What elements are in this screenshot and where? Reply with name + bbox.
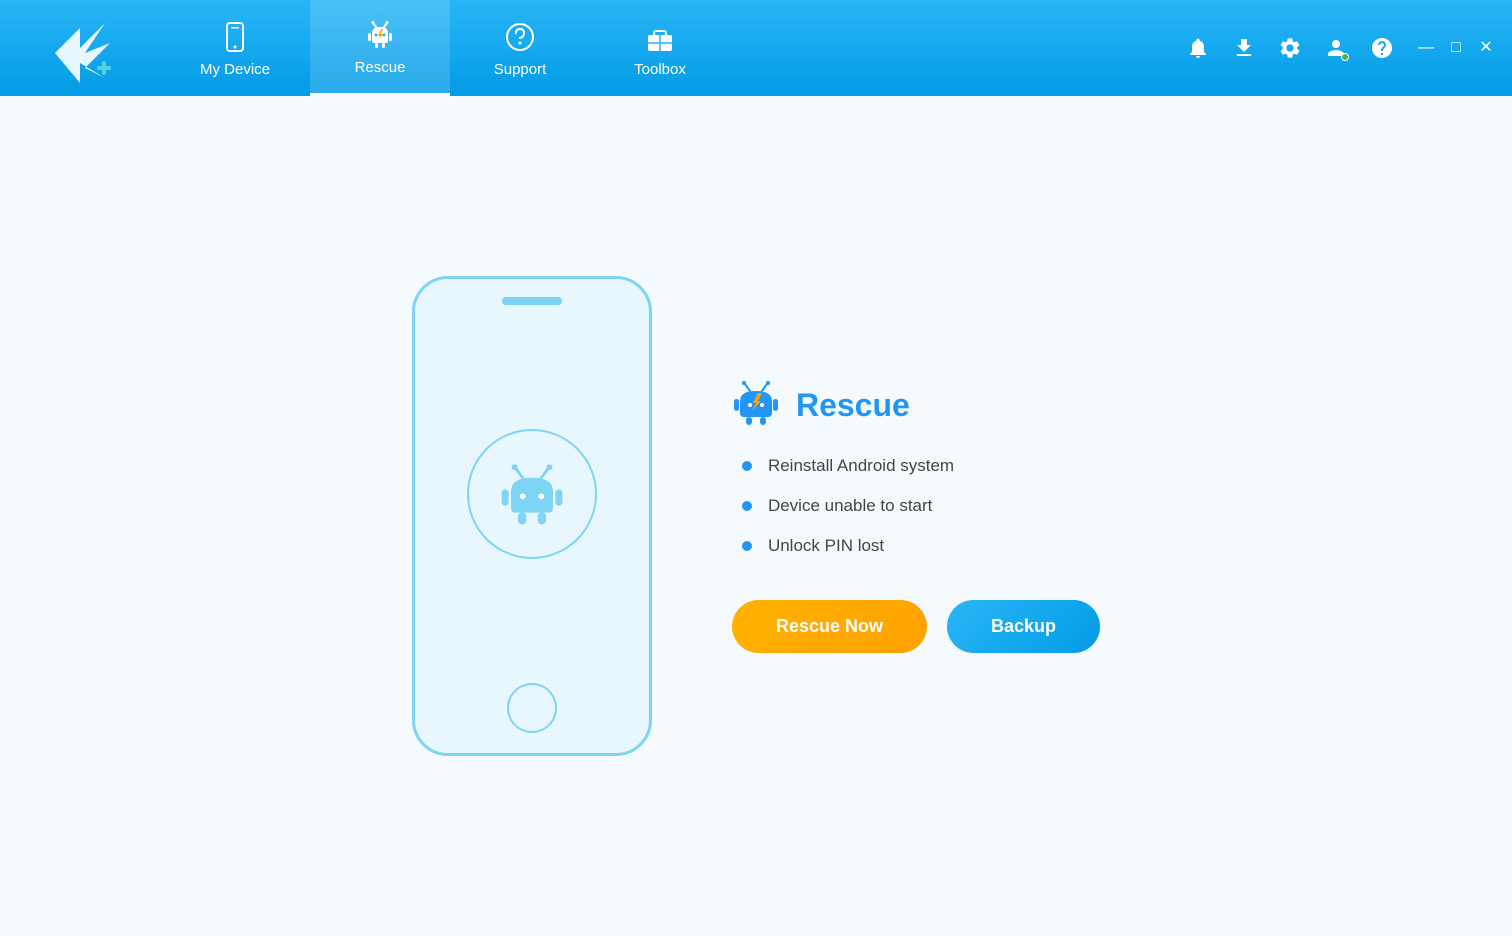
rescue-panel: Rescue Reinstall Android system Device u… <box>732 379 1100 653</box>
nav-tab-support[interactable]: Support <box>450 0 590 96</box>
rescue-title-row: Rescue <box>732 379 1100 432</box>
header: My Device <box>0 0 1512 96</box>
bullet-text-1: Reinstall Android system <box>768 456 954 476</box>
bullet-text-3: Unlock PIN lost <box>768 536 884 556</box>
my-device-icon <box>217 19 253 55</box>
backup-button[interactable]: Backup <box>947 600 1100 653</box>
support-label: Support <box>494 61 547 78</box>
nav-tab-my-device[interactable]: My Device <box>160 0 310 96</box>
rescue-title: Rescue <box>796 387 910 424</box>
phone-screen <box>415 305 649 683</box>
phone-illustration <box>412 276 652 756</box>
window-controls: — □ ✕ <box>1416 38 1512 58</box>
app-logo <box>40 13 120 83</box>
online-indicator <box>1341 53 1349 61</box>
nav-tab-rescue[interactable]: Rescue <box>310 0 450 96</box>
bullet-dot-1 <box>742 461 752 471</box>
minimize-button[interactable]: — <box>1416 38 1436 58</box>
bullet-unlock-pin: Unlock PIN lost <box>742 536 1100 556</box>
android-robot-icon <box>497 459 567 529</box>
logo <box>0 0 160 96</box>
rescue-nav-icon <box>362 17 398 53</box>
user-avatar[interactable] <box>1322 34 1350 62</box>
bullet-dot-2 <box>742 501 752 511</box>
support-icon <box>502 19 538 55</box>
nav-tabs: My Device <box>160 0 1184 96</box>
toolbox-label: Toolbox <box>634 61 686 78</box>
settings-icon[interactable] <box>1276 34 1304 62</box>
bullet-text-2: Device unable to start <box>768 496 932 516</box>
nav-tab-toolbox[interactable]: Toolbox <box>590 0 730 96</box>
download-icon[interactable] <box>1230 34 1258 62</box>
android-circle <box>467 429 597 559</box>
bullet-reinstall: Reinstall Android system <box>742 456 1100 476</box>
phone-speaker <box>502 297 562 305</box>
my-device-label: My Device <box>200 61 270 78</box>
phone-body <box>412 276 652 756</box>
rescue-now-button[interactable]: Rescue Now <box>732 600 927 653</box>
rescue-actions: Rescue Now Backup <box>732 600 1100 653</box>
toolbox-icon <box>642 19 678 55</box>
rescue-bullets: Reinstall Android system Device unable t… <box>732 456 1100 556</box>
main-content: Rescue Reinstall Android system Device u… <box>0 96 1512 936</box>
header-actions <box>1184 34 1416 62</box>
rescue-title-icon <box>732 379 780 432</box>
close-button[interactable]: ✕ <box>1476 38 1496 58</box>
phone-home-button <box>507 683 557 733</box>
rescue-label: Rescue <box>355 59 406 76</box>
help-icon[interactable] <box>1368 34 1396 62</box>
notifications-icon[interactable] <box>1184 34 1212 62</box>
bullet-dot-3 <box>742 541 752 551</box>
bullet-unable-start: Device unable to start <box>742 496 1100 516</box>
maximize-button[interactable]: □ <box>1446 38 1466 58</box>
